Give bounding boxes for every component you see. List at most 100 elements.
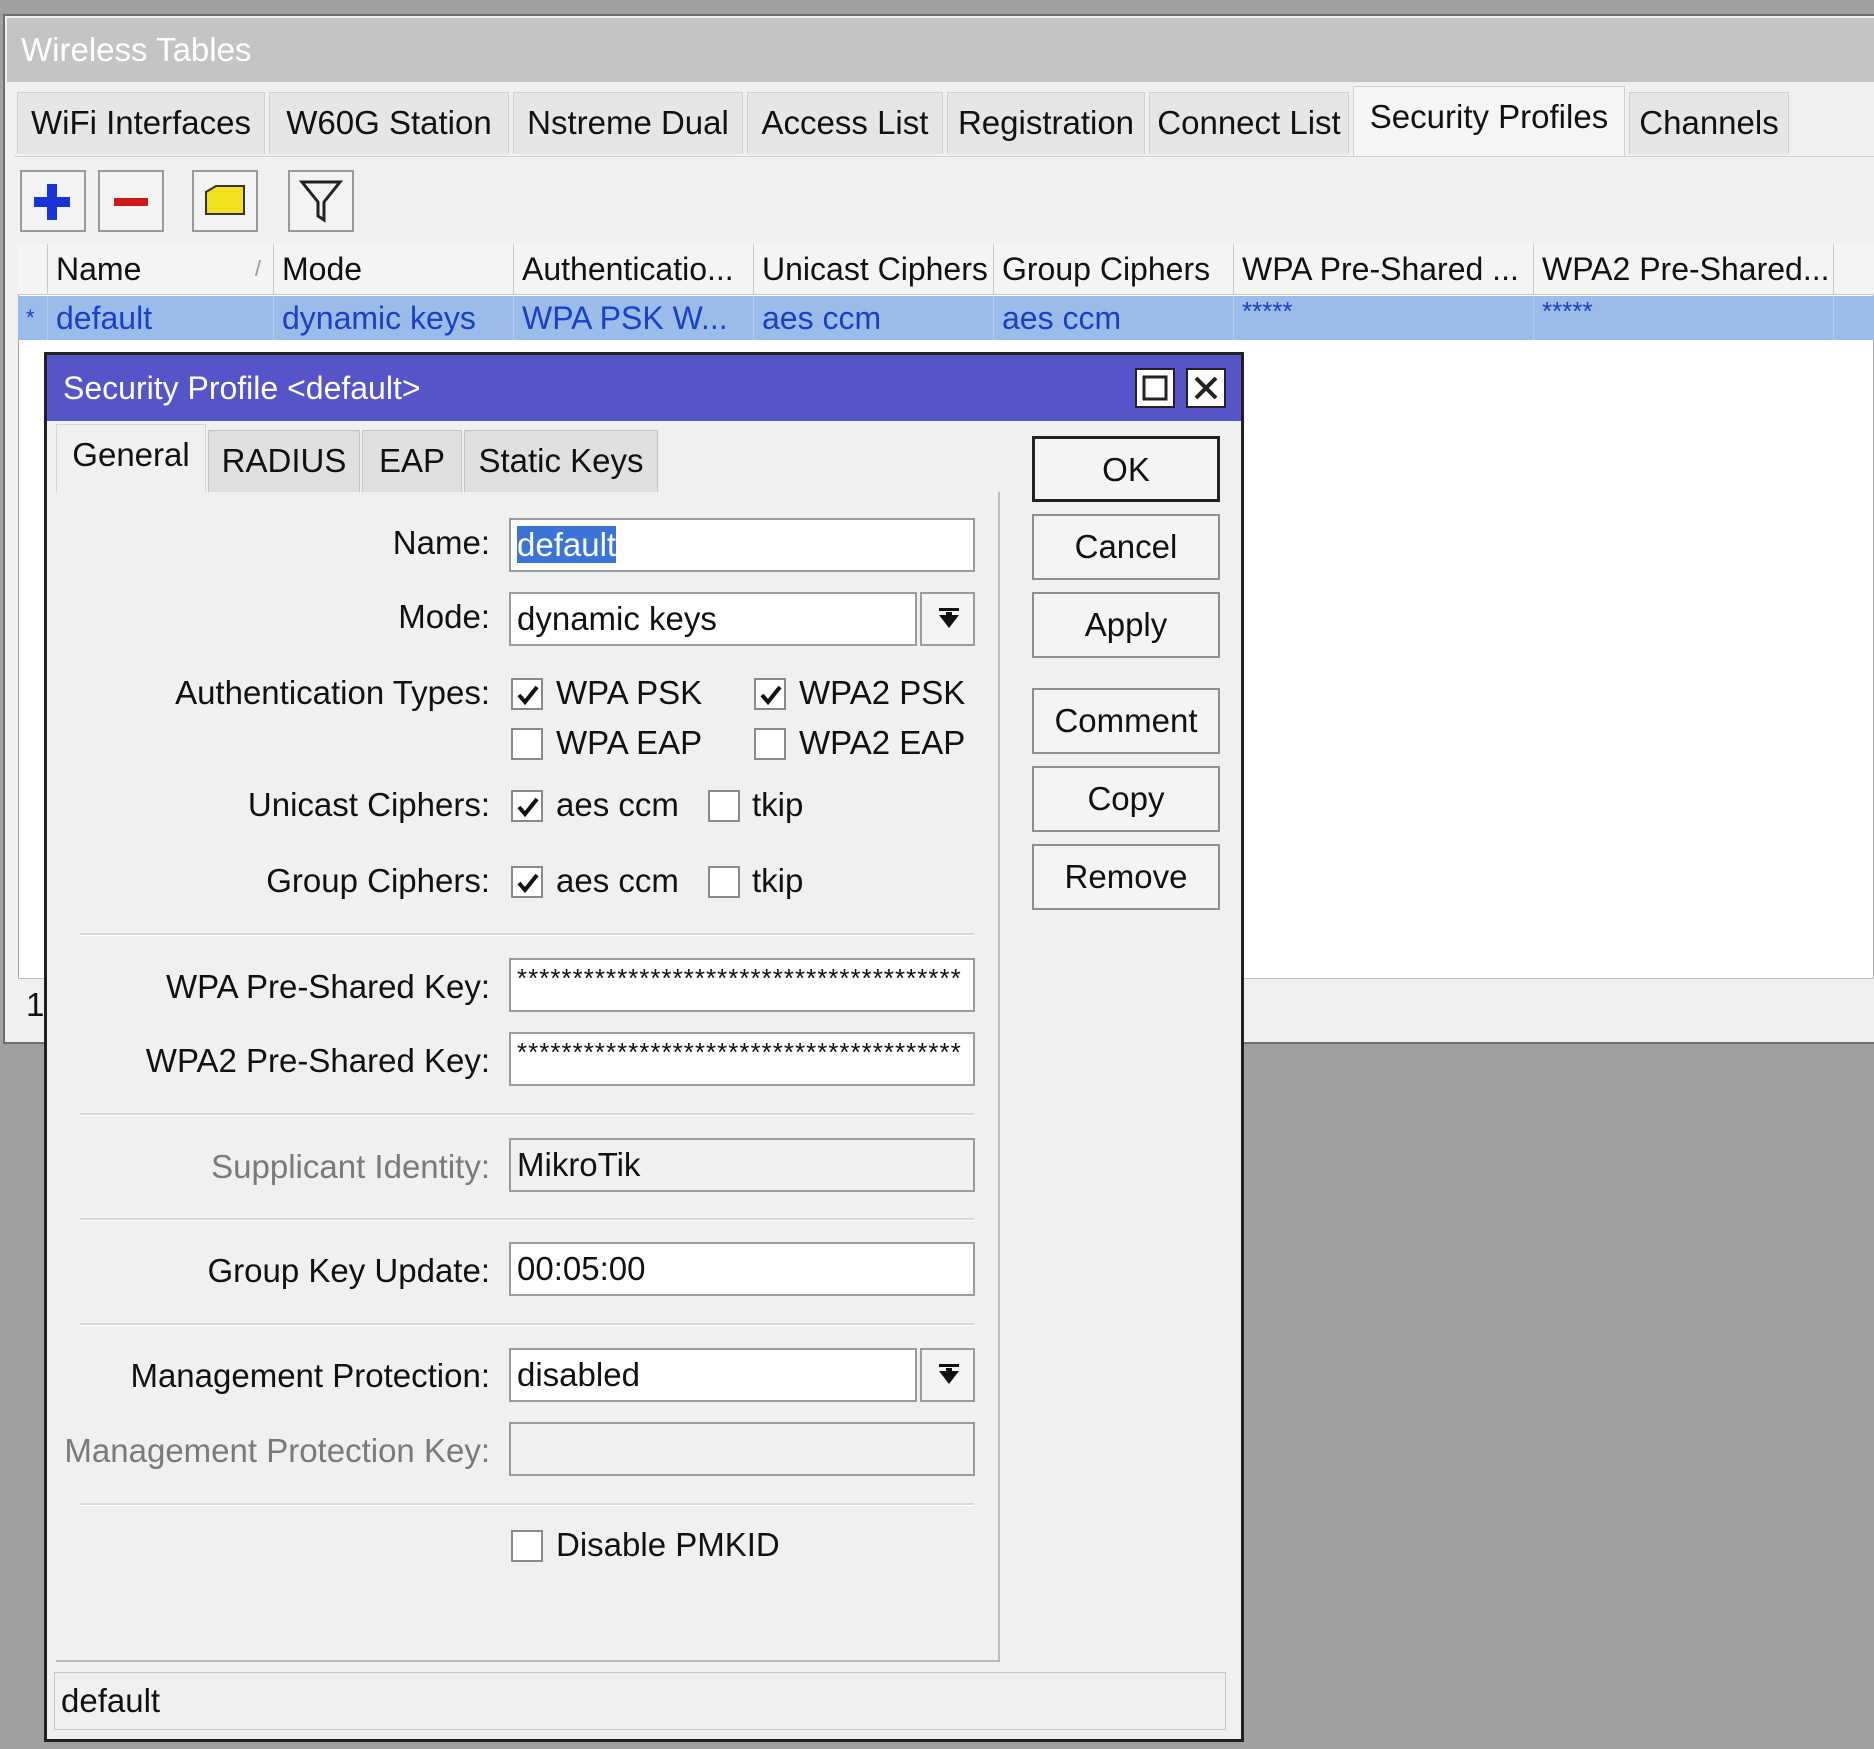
dropdown-arrow-icon <box>939 1364 959 1384</box>
name-value: default <box>517 526 617 563</box>
disable-pmkid-label: Disable PMKID <box>556 1526 780 1563</box>
dropdown-arrow-icon <box>939 608 959 628</box>
checkmark-icon <box>760 685 782 706</box>
mode-label: Mode: <box>398 598 490 635</box>
maximize-icon <box>1142 375 1168 401</box>
wpa2-psk-checkbox[interactable] <box>754 678 786 710</box>
wpa-eap-checkbox[interactable] <box>511 728 543 760</box>
management-protection-key-field[interactable] <box>509 1422 975 1476</box>
group-key-update-label: Group Key Update: <box>207 1252 491 1289</box>
tab-wifi-interfaces[interactable]: WiFi Interfaces <box>17 92 265 154</box>
name-field[interactable]: default <box>509 518 975 572</box>
tab-nstreme-dual[interactable]: Nstreme Dual <box>513 92 743 154</box>
cell-group-ciphers: aes ccm <box>994 296 1234 340</box>
wpa2-eap-label: WPA2 EAP <box>799 724 966 761</box>
unicast-ciphers-label: Unicast Ciphers: <box>247 786 490 823</box>
separator <box>80 1113 974 1116</box>
close-icon <box>1194 376 1218 400</box>
auth-types-label: Authentication Types: <box>175 674 490 711</box>
table-header: Name / Mode Authenticatio... Unicast Ciph… <box>18 244 1874 295</box>
unicast-aes-ccm-checkbox[interactable] <box>511 790 543 822</box>
wpa2-psk-key-field[interactable]: **************************************** <box>509 1032 975 1086</box>
dialog-status-bar: default <box>54 1672 1226 1730</box>
tab-eap[interactable]: EAP <box>362 430 462 492</box>
checkmark-icon <box>517 685 539 706</box>
copy-button[interactable]: Copy <box>1032 766 1220 832</box>
group-key-update-field[interactable]: 00:05:00 <box>509 1242 975 1296</box>
management-protection-select[interactable]: disabled <box>509 1348 917 1402</box>
tab-security-profiles[interactable]: Security Profiles <box>1353 86 1625 156</box>
apply-button[interactable]: Apply <box>1032 592 1220 658</box>
wpa-psk-key-label: WPA Pre-Shared Key: <box>165 968 490 1005</box>
mode-dropdown-button[interactable] <box>920 592 975 646</box>
remove-button[interactable] <box>98 170 164 232</box>
disable-pmkid-checkbox[interactable] <box>511 1530 543 1562</box>
supplicant-identity-field[interactable]: MikroTik <box>509 1138 975 1192</box>
column-group-ciphers[interactable]: Group Ciphers <box>994 244 1234 294</box>
unicast-tkip-label: tkip <box>752 786 804 823</box>
column-authentication[interactable]: Authenticatio... <box>514 244 754 294</box>
row-marker: * <box>18 296 48 340</box>
header-marker-column <box>18 244 48 294</box>
separator <box>80 1323 974 1326</box>
item-count: 1 <box>26 986 45 1023</box>
filter-button[interactable] <box>288 170 354 232</box>
column-name[interactable]: Name / <box>48 244 274 294</box>
group-ciphers-label: Group Ciphers: <box>266 862 490 899</box>
checkmark-icon <box>517 873 539 894</box>
tab-radius[interactable]: RADIUS <box>208 430 360 492</box>
close-button[interactable] <box>1186 368 1226 408</box>
note-icon <box>205 185 245 215</box>
unicast-tkip-checkbox[interactable] <box>708 790 740 822</box>
mode-select[interactable]: dynamic keys <box>509 592 917 646</box>
wpa2-eap-checkbox[interactable] <box>754 728 786 760</box>
wpa2-psk-label: WPA2 PSK <box>799 674 966 711</box>
tab-registration[interactable]: Registration <box>947 92 1145 154</box>
management-protection-key-label: Management Protection Key: <box>64 1432 490 1469</box>
column-unicast-ciphers[interactable]: Unicast Ciphers <box>754 244 994 294</box>
column-mode[interactable]: Mode <box>274 244 514 294</box>
table-row[interactable]: * default dynamic keys WPA PSK W... aes … <box>18 296 1874 340</box>
cell-authentication: WPA PSK W... <box>514 296 754 340</box>
wpa-psk-label: WPA PSK <box>556 674 703 711</box>
cell-mode: dynamic keys <box>274 296 514 340</box>
wpa-psk-checkbox[interactable] <box>511 678 543 710</box>
cell-wpa2-psk: ***** <box>1534 296 1834 340</box>
tab-static-keys[interactable]: Static Keys <box>464 430 658 492</box>
tab-general[interactable]: General <box>56 424 206 494</box>
add-button[interactable] <box>20 170 86 232</box>
ok-button[interactable]: OK <box>1032 436 1220 502</box>
comment-button[interactable] <box>192 170 258 232</box>
cell-unicast-ciphers: aes ccm <box>754 296 994 340</box>
group-aes-ccm-label: aes ccm <box>556 862 679 899</box>
group-tkip-checkbox[interactable] <box>708 866 740 898</box>
column-name-label: Name <box>56 251 142 287</box>
sort-indicator: / <box>254 256 261 281</box>
wpa2-psk-key-label: WPA2 Pre-Shared Key: <box>145 1042 490 1079</box>
wpa-psk-key-field[interactable]: **************************************** <box>509 958 975 1012</box>
checkmark-icon <box>517 797 539 818</box>
group-aes-ccm-checkbox[interactable] <box>511 866 543 898</box>
tab-w60g-station[interactable]: W60G Station <box>269 92 509 154</box>
cancel-button[interactable]: Cancel <box>1032 514 1220 580</box>
plus-icon <box>34 184 70 220</box>
group-tkip-label: tkip <box>752 862 804 899</box>
separator <box>80 1503 974 1506</box>
maximize-button[interactable] <box>1135 368 1175 408</box>
comment-button[interactable]: Comment <box>1032 688 1220 754</box>
filter-icon <box>298 180 344 223</box>
supplicant-identity-label: Supplicant Identity: <box>211 1148 490 1185</box>
tab-connect-list[interactable]: Connect List <box>1149 92 1349 154</box>
minus-icon <box>114 198 148 206</box>
management-protection-dropdown-button[interactable] <box>920 1348 975 1402</box>
separator <box>80 1218 974 1221</box>
column-wpa2-psk[interactable]: WPA2 Pre-Shared... <box>1534 244 1834 294</box>
tab-access-list[interactable]: Access List <box>747 92 943 154</box>
remove-button[interactable]: Remove <box>1032 844 1220 910</box>
tab-channels[interactable]: Channels <box>1629 92 1789 154</box>
column-wpa-psk[interactable]: WPA Pre-Shared ... <box>1234 244 1534 294</box>
name-label: Name: <box>392 524 490 561</box>
separator <box>80 933 974 936</box>
wpa-eap-label: WPA EAP <box>556 724 703 761</box>
management-protection-label: Management Protection: <box>130 1357 490 1394</box>
